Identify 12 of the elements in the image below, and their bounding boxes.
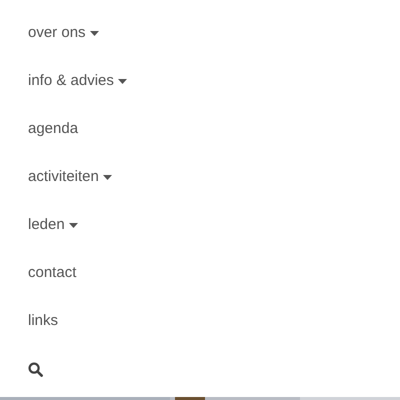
menu-link[interactable]: activiteiten	[28, 153, 112, 201]
caret-icon	[68, 222, 78, 228]
menu-link[interactable]: info & advies	[28, 57, 127, 105]
search-icon	[28, 362, 43, 376]
menu-link[interactable]: over ons	[28, 9, 99, 57]
menu-link[interactable]: contact	[28, 249, 76, 297]
menu-link[interactable]: agenda	[28, 105, 78, 153]
caret-icon	[102, 174, 112, 180]
menu-link[interactable]: leden	[28, 201, 78, 249]
menu-link[interactable]: links	[28, 297, 58, 345]
caret-icon	[118, 78, 127, 84]
caret-icon	[90, 30, 99, 36]
